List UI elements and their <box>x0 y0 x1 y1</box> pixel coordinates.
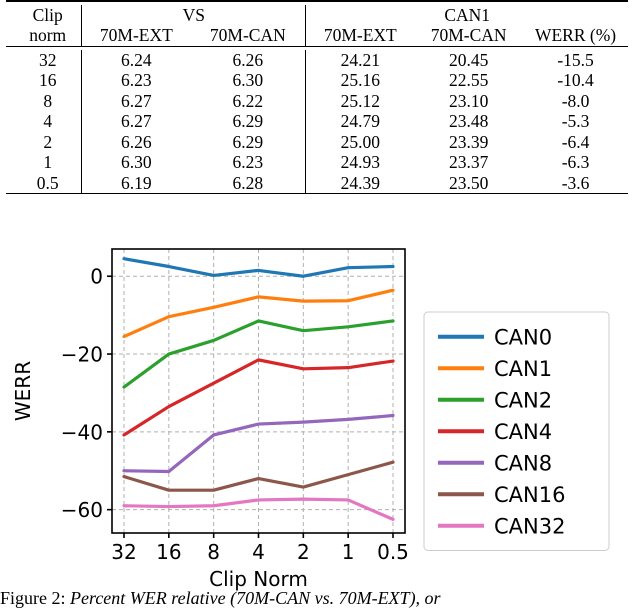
cell-clip-norm: 0.5 <box>36 172 59 193</box>
cell-can1-ext: 25.16 <box>305 70 415 91</box>
cell-can1-can: 23.37 <box>448 152 489 173</box>
x-tick-label: 16 <box>156 540 181 564</box>
table-row: 1 6.30 6.23 24.93 23.37 -6.3 <box>6 152 628 173</box>
figure-caption: Figure 2: Percent WER relative (70M-CAN … <box>0 588 632 612</box>
header-can1-70m-ext: 70M-EXT <box>305 25 415 47</box>
y-tick-label: −20 <box>61 343 103 367</box>
y-tick-label: −60 <box>61 498 103 522</box>
header-clip-line2: norm <box>29 25 67 46</box>
chart-legend: CAN0 CAN1 CAN2 CAN4 CAN8 CAN16 CAN32 <box>423 311 610 551</box>
table-header-row-2: norm 70M-EXT 70M-CAN 70M-EXT 70M-CAN WER… <box>6 25 628 47</box>
header-vs-70m-can: 70M-CAN <box>209 25 286 46</box>
table-row: 4 6.27 6.29 24.79 23.48 -5.3 <box>6 111 628 132</box>
cell-clip-norm: 8 <box>43 90 53 111</box>
y-tick-label: −40 <box>61 420 103 444</box>
cell-clip-norm: 16 <box>38 70 57 91</box>
cell-vs-ext: 6.26 <box>81 131 191 153</box>
cell-can1-ext: 24.39 <box>305 172 415 194</box>
x-tick-label: 4 <box>252 540 265 564</box>
cell-vs-ext: 6.30 <box>81 152 191 173</box>
table-row: 32 6.24 6.26 24.21 20.45 -15.5 <box>6 49 628 71</box>
table-row: 2 6.26 6.29 25.00 23.39 -6.4 <box>6 131 628 153</box>
caption-label: Figure 2: <box>0 588 66 608</box>
cell-vs-can: 6.23 <box>232 152 264 173</box>
cell-can1-can: 23.50 <box>448 172 489 193</box>
table-header-row-1: Clip VS CAN1 <box>6 5 628 26</box>
x-tick-label: 0.5 <box>377 540 409 564</box>
cell-werr: -10.4 <box>557 70 594 91</box>
cell-werr: -3.6 <box>561 172 590 193</box>
table-row: 0.5 6.19 6.28 24.39 23.50 -3.6 <box>6 172 628 194</box>
cell-can1-ext: 25.12 <box>305 90 415 112</box>
legend-label-can16: CAN16 <box>494 483 565 507</box>
table-bottom-rule <box>6 193 628 198</box>
cell-can1-ext: 25.00 <box>305 131 415 153</box>
results-table: Clip VS CAN1 norm 70M-EXT 70M-CAN 70M-EX… <box>6 0 628 198</box>
x-tick-label: 2 <box>297 540 310 564</box>
cell-can1-ext: 24.79 <box>305 111 415 132</box>
legend-label-can8: CAN8 <box>494 451 552 475</box>
cell-vs-ext: 6.24 <box>81 49 191 71</box>
werr-vs-clip-norm-line-chart: 0−20−40−6032 16 8 4 2 1 0.5Clip NormWERRCAN0CA… <box>11 248 610 591</box>
caption-text: Percent WER relative (70M-CAN vs. 70M-EX… <box>70 588 441 608</box>
cell-can1-can: 23.39 <box>448 131 489 152</box>
y-axis-label: WERR <box>11 361 35 421</box>
cell-vs-ext: 6.23 <box>81 70 191 91</box>
cell-clip-norm: 32 <box>38 49 57 70</box>
header-group-can1: CAN1 <box>305 5 628 26</box>
cell-can1-can: 22.55 <box>448 70 489 91</box>
cell-can1-ext: 24.93 <box>305 152 415 173</box>
legend-label-can32: CAN32 <box>494 514 565 538</box>
cell-vs-ext: 6.27 <box>81 90 191 112</box>
cell-vs-can: 6.26 <box>232 49 264 70</box>
plot-area: 0−20−40−6032 16 8 4 2 1 0.5Clip NormWERR <box>11 248 409 591</box>
cell-can1-can: 23.10 <box>448 90 489 111</box>
x-tick-label: 32 <box>111 540 136 564</box>
header-can1-70m-can: 70M-CAN <box>430 25 507 46</box>
x-tick-label: 8 <box>207 540 220 564</box>
x-tick-label: 1 <box>342 540 355 564</box>
cell-clip-norm: 1 <box>43 152 53 173</box>
header-group-vs: VS <box>81 5 306 26</box>
cell-clip-norm: 4 <box>43 111 53 132</box>
cell-vs-can: 6.22 <box>232 90 264 111</box>
cell-can1-can: 20.45 <box>448 49 489 70</box>
header-werr-percent: WERR (%) <box>534 25 617 46</box>
cell-vs-can: 6.29 <box>232 111 264 132</box>
legend-label-can4: CAN4 <box>494 420 552 444</box>
figure-container: 0 −20 −40 −60 32 16 8 4 2 1 0.5 Clip Norm WERR CAN0 CA… <box>0 232 632 612</box>
header-clip-line1: Clip <box>32 5 63 25</box>
cell-werr: -15.5 <box>557 49 594 70</box>
cell-werr: -8.0 <box>561 90 590 111</box>
legend-label-can0: CAN0 <box>494 325 552 349</box>
cell-werr: -6.4 <box>561 131 590 152</box>
cell-vs-ext: 6.19 <box>81 172 191 194</box>
legend-label-can1: CAN1 <box>494 357 552 381</box>
cell-werr: -5.3 <box>561 111 590 132</box>
y-tick-label: 0 <box>90 265 103 289</box>
cell-vs-can: 6.28 <box>232 172 264 193</box>
header-vs-70m-ext: 70M-EXT <box>81 25 191 47</box>
cell-clip-norm: 2 <box>43 131 53 152</box>
table-row: 16 6.23 6.30 25.16 22.55 -10.4 <box>6 70 628 91</box>
table-row: 8 6.27 6.22 25.12 23.10 -8.0 <box>6 90 628 112</box>
cell-vs-ext: 6.27 <box>81 111 191 132</box>
cell-werr: -6.3 <box>561 152 590 173</box>
cell-vs-can: 6.30 <box>232 70 264 91</box>
cell-vs-can: 6.29 <box>232 131 264 152</box>
cell-can1-ext: 24.21 <box>305 49 415 71</box>
cell-can1-can: 23.48 <box>448 111 489 132</box>
legend-label-can2: CAN2 <box>494 388 552 412</box>
results-table-container: Clip VS CAN1 norm 70M-EXT 70M-CAN 70M-EX… <box>0 0 632 198</box>
